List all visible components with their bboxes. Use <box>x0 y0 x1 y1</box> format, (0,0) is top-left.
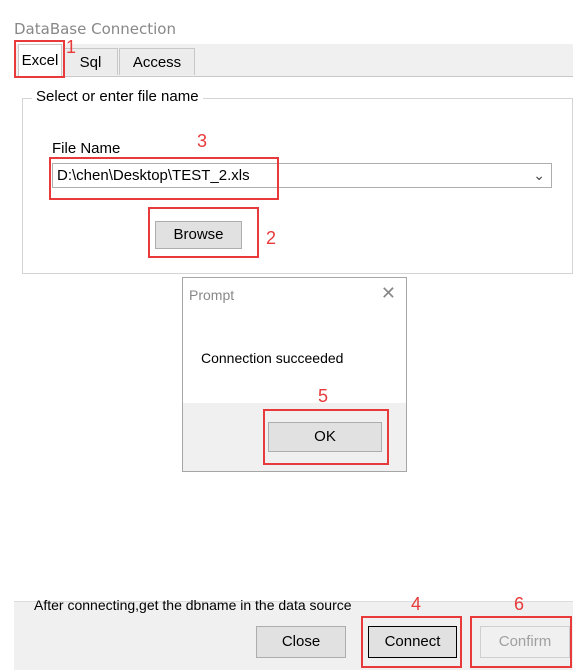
annotation-box-3 <box>49 157 279 200</box>
annotation-number-5: 5 <box>318 386 329 406</box>
annotation-number-2: 2 <box>266 228 277 248</box>
groupbox-legend: Select or enter file name <box>32 88 203 105</box>
tab-access[interactable]: Access <box>119 48 195 75</box>
annotation-box-2 <box>148 207 259 258</box>
annotation-number-6: 6 <box>514 594 525 614</box>
chevron-down-icon[interactable]: ⌄ <box>533 164 545 187</box>
annotation-box-5 <box>263 409 389 465</box>
dialog-message: Connection succeeded <box>201 350 344 366</box>
close-button[interactable]: Close <box>256 626 346 658</box>
annotation-box-6 <box>470 616 572 668</box>
annotation-number-4: 4 <box>411 594 422 614</box>
database-connection-window: DataBase Connection Excel Sql Access Sel… <box>0 0 573 670</box>
close-icon[interactable]: ✕ <box>381 283 396 304</box>
annotation-number-1: 1 <box>66 37 77 57</box>
file-name-label: File Name <box>52 140 121 157</box>
dialog-title: Prompt <box>189 287 235 303</box>
tab-strip: Excel Sql Access <box>14 44 573 77</box>
footer-note: After connecting,get the dbname in the d… <box>34 597 352 613</box>
annotation-box-4 <box>361 616 462 668</box>
annotation-number-3: 3 <box>197 131 208 151</box>
annotation-box-1 <box>14 40 65 78</box>
window-title: DataBase Connection <box>14 20 176 38</box>
